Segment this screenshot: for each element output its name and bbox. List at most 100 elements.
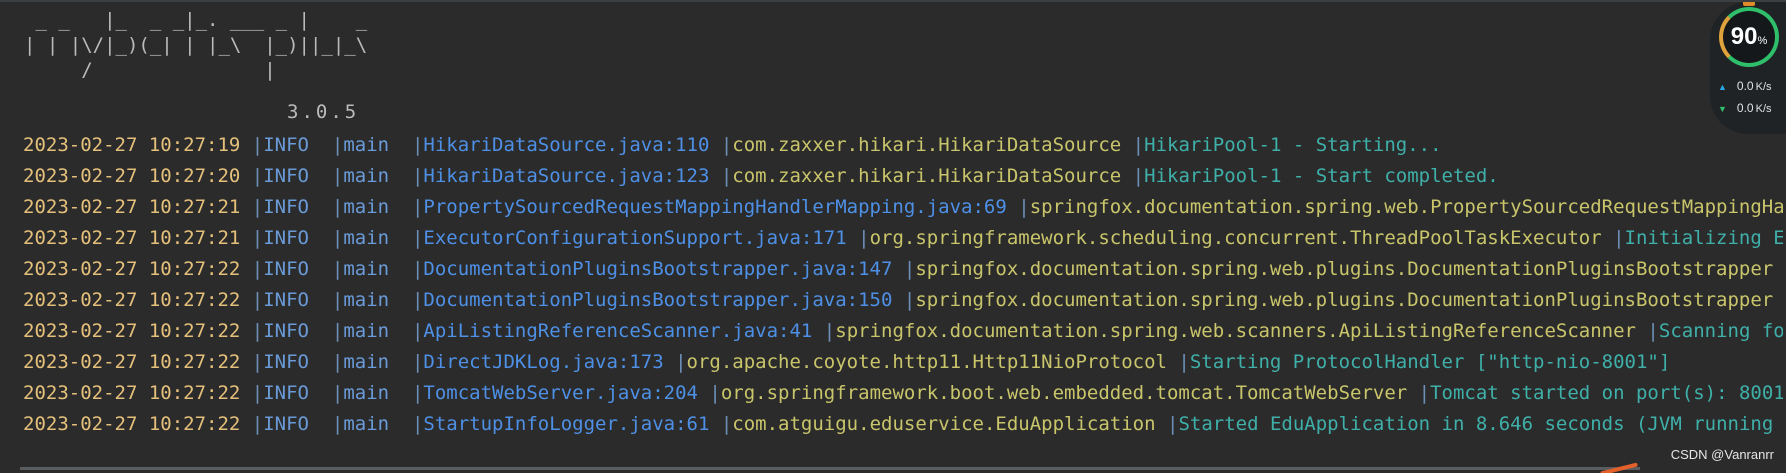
log-line: 2023-02-27 10:27:20 |INFO |main |HikariD… [23,161,1783,192]
separator: | [389,165,424,187]
separator: | [1166,351,1190,373]
log-level: INFO [263,320,309,342]
log-logger: org.apache.coyote.http11.Http11NioProtoc… [686,351,1167,373]
log-source: DocumentationPluginsBootstrapper.java:14… [423,258,893,280]
log-timestamp: 2023-02-27 10:27:21 [23,196,241,218]
separator: | [709,413,733,435]
log-level: INFO [263,413,309,435]
separator: | [240,227,264,249]
console-output-panel[interactable]: _ _ |_ _ _|_. ___ _ | _ | | |\/|_)(_| | … [0,0,1786,473]
log-line: 2023-02-27 10:27:22 |INFO |main |DirectJ… [23,347,1783,378]
separator: | [309,289,344,311]
log-logger: org.springframework.scheduling.concurren… [869,227,1602,249]
separator: | [309,320,344,342]
log-line: 2023-02-27 10:27:22 |INFO |main |Documen… [23,254,1783,285]
log-message: HikariPool-1 - Starting... [1144,134,1442,156]
widget-tab [1743,2,1755,6]
separator: | [309,413,344,435]
download-speed-unit: K/s [1755,103,1772,115]
log-logger: org.springframework.boot.web.embedded.to… [720,382,1408,404]
csdn-watermark: CSDN @Vanranrr [1670,447,1774,462]
separator: | [1006,196,1030,218]
log-level: INFO [263,165,309,187]
up-arrow-icon: ▲ [1718,82,1727,92]
log-source: ApiListingReferenceScanner.java:41 [423,320,813,342]
separator: | [240,351,264,373]
separator: | [1407,382,1431,404]
log-thread: main [343,165,390,187]
log-message: Tomcat started on port(s): 8001 (http) [1430,382,1783,404]
log-lines: 2023-02-27 10:27:19 |INFO |main |HikariD… [23,130,1783,440]
separator: | [309,227,344,249]
separator: | [389,227,424,249]
separator: | [709,165,733,187]
log-message: Starting ProtocolHandler ["http-nio-8001… [1189,351,1671,373]
log-logger: com.zaxxer.hikari.HikariDataSource [732,134,1122,156]
log-level: INFO [263,258,309,280]
log-thread: main [343,196,390,218]
horizontal-scrollbar-thumb[interactable] [20,467,1640,470]
log-timestamp: 2023-02-27 10:27:22 [23,351,241,373]
log-line: 2023-02-27 10:27:22 |INFO |main |TomcatW… [23,378,1783,409]
cpu-percent: 90 [1730,23,1758,50]
separator: | [1121,165,1145,187]
separator: | [389,320,424,342]
separator: | [309,165,344,187]
separator: | [309,258,344,280]
download-speed: ▼ 0.0 K/s [1718,101,1772,115]
log-timestamp: 2023-02-27 10:27:21 [23,227,241,249]
log-message: Scanning for api l [1658,320,1783,342]
separator: | [309,196,344,218]
network-monitor-widget[interactable]: 90% ▲ 0.0 K/s ▼ 0.0 K/s [1710,2,1786,134]
separator: | [892,289,916,311]
log-thread: main [343,134,390,156]
log-thread: main [343,413,390,435]
separator: | [240,289,264,311]
log-thread: main [343,320,390,342]
log-level: INFO [263,134,309,156]
log-timestamp: 2023-02-27 10:27:22 [23,258,241,280]
separator: | [663,351,687,373]
upload-speed-value: 0.0 [1736,79,1754,93]
separator: | [389,258,424,280]
log-timestamp: 2023-02-27 10:27:22 [23,320,241,342]
separator: | [389,196,424,218]
separator: | [389,351,424,373]
separator: | [240,165,264,187]
log-line: 2023-02-27 10:27:21 |INFO |main |Executo… [23,223,1783,254]
log-timestamp: 2023-02-27 10:27:19 [23,134,241,156]
separator: | [1773,258,1783,280]
separator: | [1601,227,1625,249]
separator: | [240,382,264,404]
log-source: StartupInfoLogger.java:61 [423,413,710,435]
separator: | [389,134,424,156]
log-logger: springfox.documentation.spring.web.Prope… [1029,196,1783,218]
separator: | [240,320,264,342]
separator: | [1773,289,1783,311]
log-logger: springfox.documentation.spring.web.scann… [835,320,1636,342]
separator: | [812,320,836,342]
down-arrow-icon: ▼ [1718,104,1727,114]
log-message: Started EduApplication in 8.646 seconds … [1178,413,1774,435]
log-timestamp: 2023-02-27 10:27:20 [23,165,241,187]
log-level: INFO [263,196,309,218]
log-level: INFO [263,351,309,373]
log-message: Initializing Executor [1624,227,1783,249]
separator: | [1121,134,1145,156]
horizontal-scrollbar[interactable] [0,467,1786,473]
separator: | [240,134,264,156]
log-thread: main [343,227,390,249]
separator: | [309,351,344,373]
separator: | [389,382,424,404]
separator: | [240,196,264,218]
log-line: 2023-02-27 10:27:22 |INFO |main |Documen… [23,285,1783,316]
separator: | [846,227,870,249]
separator: | [389,413,424,435]
log-source: TomcatWebServer.java:204 [423,382,698,404]
log-timestamp: 2023-02-27 10:27:22 [23,382,241,404]
log-source: ExecutorConfigurationSupport.java:171 [423,227,847,249]
banner-version: 3.0.5 [287,101,360,123]
log-source: DirectJDKLog.java:173 [423,351,664,373]
log-level: INFO [263,289,309,311]
log-thread: main [343,258,390,280]
